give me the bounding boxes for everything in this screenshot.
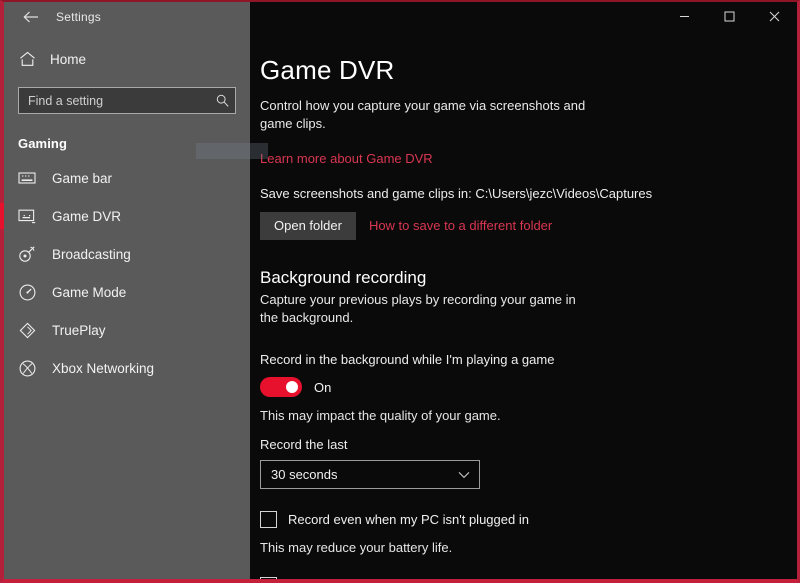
minimize-icon [679,11,690,22]
sidebar-item-label: Game bar [52,171,112,186]
change-folder-link[interactable]: How to save to a different folder [369,218,552,233]
sidebar-section-title: Gaming [4,114,250,159]
close-button[interactable] [752,2,797,31]
record-background-label: Record in the background while I'm playi… [260,352,797,367]
toggle-state-label: On [314,380,331,395]
page-description: Control how you capture your game via sc… [260,97,600,134]
main-content: Game DVR Control how you capture your ga… [250,31,797,579]
checkbox-hint-unplugged: This may reduce your battery life. [260,540,797,555]
sidebar-item-home[interactable]: Home [4,41,250,77]
checkbox-label: Record while wirelessly projecting my sc… [288,578,547,579]
search-box[interactable] [18,87,236,114]
xbox-icon [18,359,36,377]
search-input[interactable] [28,94,216,108]
broadcasting-icon [18,245,36,263]
window-controls [250,2,797,31]
checkbox-projecting[interactable] [260,577,277,579]
sidebar-item-game-dvr[interactable]: Game DVR [4,197,250,235]
checkbox-row-unplugged[interactable]: Record even when my PC isn't plugged in [260,511,797,528]
save-location-text: Save screenshots and game clips in: C:\U… [260,186,797,201]
title-bar-left: Settings [4,2,250,31]
title-bar: Settings [4,2,797,31]
maximize-icon [724,11,735,22]
close-icon [769,11,780,22]
background-recording-heading: Background recording [260,268,797,288]
sidebar-item-game-bar[interactable]: Game bar [4,159,250,197]
record-duration-dropdown[interactable]: 30 seconds [260,460,480,489]
window-title: Settings [56,10,101,24]
sidebar-item-broadcasting[interactable]: Broadcasting [4,235,250,273]
game-dvr-icon [18,207,36,225]
game-mode-icon [18,283,36,301]
maximize-button[interactable] [707,2,752,31]
sidebar-item-trueplay[interactable]: TruePlay [4,311,250,349]
sidebar-item-label: Broadcasting [52,247,131,262]
sidebar-item-label: Game DVR [52,209,121,224]
learn-more-link[interactable]: Learn more about Game DVR [260,151,433,166]
game-bar-icon [18,169,36,187]
page-title: Game DVR [260,56,797,85]
folder-actions-row: Open folder How to save to a different f… [260,212,797,240]
trueplay-icon [18,321,36,339]
search-icon[interactable] [216,94,229,107]
sidebar-item-label: TruePlay [52,323,106,338]
minimize-button[interactable] [662,2,707,31]
checkbox-row-projecting[interactable]: Record while wirelessly projecting my sc… [260,577,797,579]
background-recording-subtext: Capture your previous plays by recording… [260,291,585,328]
chevron-down-icon [458,471,470,479]
settings-window: Settings [0,0,800,583]
back-arrow-icon [23,10,39,24]
checkbox-label: Record even when my PC isn't plugged in [288,512,529,527]
sidebar-item-label: Game Mode [52,285,126,300]
open-folder-button[interactable]: Open folder [260,212,356,240]
record-background-toggle-row: On [260,377,797,397]
toggle-knob [286,381,298,393]
home-icon [18,50,36,68]
sidebar-home-label: Home [50,52,86,67]
window-body: Home Gaming [4,31,797,579]
back-button[interactable] [14,4,48,30]
record-background-toggle[interactable] [260,377,302,397]
checkbox-unplugged[interactable] [260,511,277,528]
sidebar-item-label: Xbox Networking [52,361,154,376]
sidebar-item-xbox-networking[interactable]: Xbox Networking [4,349,250,387]
toggle-hint: This may impact the quality of your game… [260,408,797,423]
record-duration-value: 30 seconds [271,467,338,482]
sidebar: Home Gaming [4,31,250,579]
record-last-label: Record the last [260,437,797,452]
sidebar-item-game-mode[interactable]: Game Mode [4,273,250,311]
